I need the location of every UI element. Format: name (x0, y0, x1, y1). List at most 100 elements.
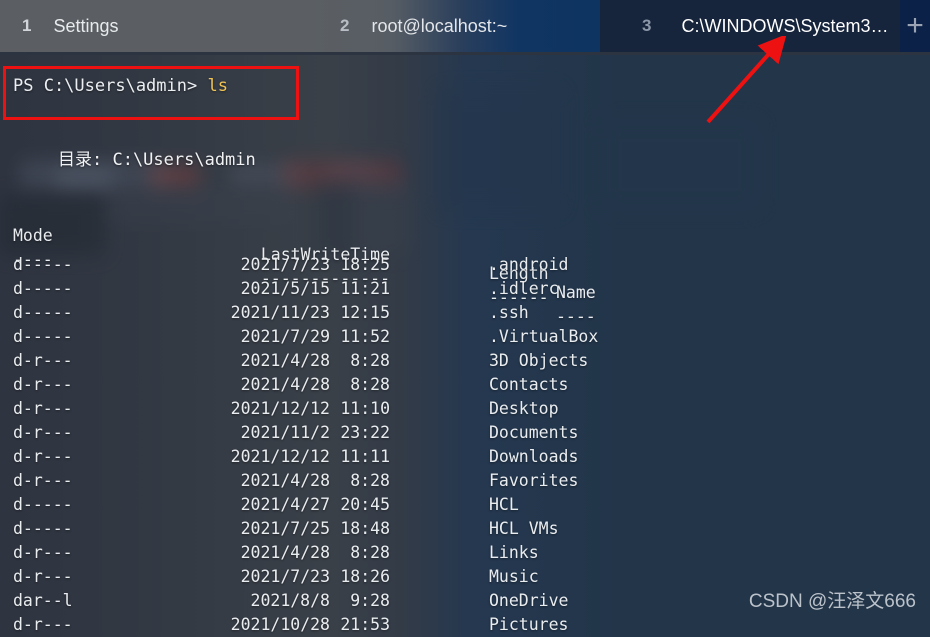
cell-mode: d-r--- (13, 471, 73, 490)
table-row: d-r--- 2021/11/2 23:22 Documents (0, 423, 930, 447)
prompt-prefix: PS C:\Users\admin> (13, 76, 208, 96)
cell-date: 2021/8/8 (250, 591, 330, 610)
cell-name: OneDrive (489, 591, 569, 610)
cell-name: .android (489, 255, 569, 274)
cell-date: 2021/12/12 (230, 447, 330, 466)
cell-time: 8:28 (350, 375, 390, 394)
table-header-row: Mode LastWriteTime Length Name (0, 207, 930, 302)
tab-windows-system32[interactable]: 3 C:\WINDOWS\System3… (600, 0, 900, 52)
table-row: d-r--- 2021/4/28 8:28 Links (0, 543, 930, 567)
cell-time: 11:10 (340, 399, 390, 418)
cell-name: Favorites (489, 471, 579, 490)
table-row: d----- 2021/5/15 11:21 .idlerc (0, 279, 930, 303)
cell-time: 8:28 (350, 471, 390, 490)
table-row: d----- 2021/7/23 18:25 .android (0, 255, 930, 279)
cell-date: 2021/11/2 (240, 423, 330, 442)
cell-name: Music (489, 567, 539, 586)
cell-time: 11:11 (340, 447, 390, 466)
tab-root-localhost[interactable]: 2 root@localhost:~ (310, 0, 600, 52)
cell-mode: d-r--- (13, 399, 73, 418)
watermark: CSDN @汪泽文666 (748, 591, 916, 612)
cell-name: Downloads (489, 447, 579, 466)
cell-time: 8:28 (350, 543, 390, 562)
cell-date: 2021/11/23 (230, 303, 330, 322)
cell-time: 9:28 (350, 591, 390, 610)
tab-label: C:\WINDOWS\System3… (681, 15, 889, 36)
cell-name: .ssh (489, 303, 529, 322)
directory-heading: 目录: C:\Users\admin (58, 150, 256, 170)
cell-time: 11:52 (340, 327, 390, 346)
cell-mode: d-r--- (13, 543, 73, 562)
prompt-line: PS C:\Users\admin> ls (13, 76, 228, 96)
tab-label: root@localhost:~ (371, 15, 508, 36)
cell-time: 18:48 (340, 519, 390, 538)
cell-date: 2021/7/23 (240, 255, 330, 274)
cell-mode: d-r--- (13, 615, 73, 634)
table-row: d----- 2021/7/25 18:48 HCL VMs (0, 519, 930, 543)
cell-name: .idlerc (489, 279, 559, 298)
terminal-window: 1 Settings 2 root@localhost:~ 3 C:\WINDO… (0, 0, 930, 637)
cell-mode: d----- (13, 303, 73, 322)
tab-index: 1 (22, 16, 32, 35)
table-row: d----- 2021/7/29 11:52 .VirtualBox (0, 327, 930, 351)
tab-bar-underline (0, 52, 930, 55)
cell-date: 2021/5/15 (240, 279, 330, 298)
terminal-content[interactable]: PS C:\Users\admin> ls 目录: C:\Users\admin… (0, 55, 930, 637)
new-tab-button[interactable]: + (900, 0, 930, 52)
cell-mode: d----- (13, 327, 73, 346)
cell-date: 2021/4/28 (240, 351, 330, 370)
cell-time: 21:53 (340, 615, 390, 634)
cell-time: 18:26 (340, 567, 390, 586)
cell-date: 2021/7/23 (240, 567, 330, 586)
table-row: d-r--- 2021/4/28 8:28 Favorites (0, 471, 930, 495)
cell-time: 20:45 (340, 495, 390, 514)
tab-index: 2 (340, 16, 350, 35)
command-text: ls (207, 76, 228, 96)
cell-time: 12:15 (340, 303, 390, 322)
table-row: d-r--- 2021/4/28 8:28 3D Objects (0, 351, 930, 375)
cell-date: 2021/4/28 (240, 375, 330, 394)
cell-date: 2021/4/28 (240, 543, 330, 562)
cell-time: 11:21 (340, 279, 390, 298)
cell-name: 3D Objects (489, 351, 589, 370)
plus-icon: + (906, 9, 924, 42)
file-listing-table: Mode LastWriteTime Length Name ---- ----… (0, 207, 930, 637)
cell-mode: d-r--- (13, 351, 73, 370)
cell-mode: d-r--- (13, 423, 73, 442)
cell-mode: d----- (13, 519, 73, 538)
table-rows-container: d----- 2021/7/23 18:25 .android d----- 2021/5… (0, 255, 930, 637)
cell-name: Pictures (489, 615, 569, 634)
cell-mode: d----- (13, 495, 73, 514)
cell-name: .VirtualBox (489, 327, 599, 346)
cell-time: 23:22 (340, 423, 390, 442)
table-separator-row: ---- ------------- ------ ---- (0, 231, 930, 326)
cell-mode: d-r--- (13, 447, 73, 466)
tab-label: Settings (53, 15, 119, 36)
cell-time: 18:25 (340, 255, 390, 274)
cell-name: Links (489, 543, 539, 562)
cell-name: Desktop (489, 399, 559, 418)
cell-name: Documents (489, 423, 579, 442)
tab-bar: 1 Settings 2 root@localhost:~ 3 C:\WINDO… (0, 0, 930, 52)
cell-date: 2021/4/27 (240, 495, 330, 514)
cell-name: HCL (489, 495, 519, 514)
table-row: d-r--- 2021/10/28 21:53 Pictures (0, 615, 930, 637)
cell-date: 2021/7/25 (240, 519, 330, 538)
cell-date: 2021/4/28 (240, 471, 330, 490)
cell-mode: d----- (13, 255, 73, 274)
cell-mode: d----- (13, 279, 73, 298)
table-row: d-r--- 2021/12/12 11:10 Desktop (0, 399, 930, 423)
cell-date: 2021/10/28 (230, 615, 330, 634)
table-row: d----- 2021/11/23 12:15 .ssh (0, 303, 930, 327)
cell-mode: dar--l (13, 591, 73, 610)
cell-name: Contacts (489, 375, 569, 394)
cell-mode: d-r--- (13, 375, 73, 394)
cell-name: HCL VMs (489, 519, 559, 538)
table-row: d-r--- 2021/4/28 8:28 Contacts (0, 375, 930, 399)
cell-date: 2021/12/12 (230, 399, 330, 418)
cell-time: 8:28 (350, 351, 390, 370)
tab-index: 3 (642, 16, 652, 35)
table-row: d-r--- 2021/12/12 11:11 Downloads (0, 447, 930, 471)
cell-date: 2021/7/29 (240, 327, 330, 346)
tab-settings[interactable]: 1 Settings (0, 0, 310, 52)
